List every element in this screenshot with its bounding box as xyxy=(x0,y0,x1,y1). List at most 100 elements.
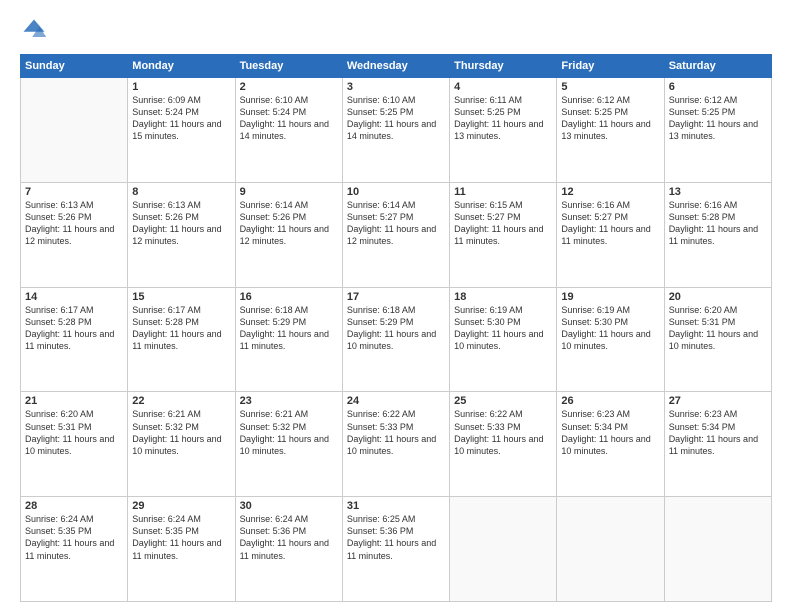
day-info: Sunrise: 6:16 AMSunset: 5:27 PMDaylight:… xyxy=(561,199,659,248)
day-cell: 21Sunrise: 6:20 AMSunset: 5:31 PMDayligh… xyxy=(21,392,128,497)
day-info: Sunrise: 6:13 AMSunset: 5:26 PMDaylight:… xyxy=(25,199,123,248)
day-cell: 12Sunrise: 6:16 AMSunset: 5:27 PMDayligh… xyxy=(557,182,664,287)
day-info: Sunrise: 6:23 AMSunset: 5:34 PMDaylight:… xyxy=(669,408,767,457)
day-number: 28 xyxy=(25,500,123,512)
logo xyxy=(20,16,52,44)
day-info: Sunrise: 6:14 AMSunset: 5:27 PMDaylight:… xyxy=(347,199,445,248)
day-info: Sunrise: 6:18 AMSunset: 5:29 PMDaylight:… xyxy=(347,304,445,353)
column-header-friday: Friday xyxy=(557,55,664,78)
day-cell: 23Sunrise: 6:21 AMSunset: 5:32 PMDayligh… xyxy=(235,392,342,497)
column-header-monday: Monday xyxy=(128,55,235,78)
day-cell: 25Sunrise: 6:22 AMSunset: 5:33 PMDayligh… xyxy=(450,392,557,497)
day-cell: 19Sunrise: 6:19 AMSunset: 5:30 PMDayligh… xyxy=(557,287,664,392)
day-number: 20 xyxy=(669,291,767,303)
day-info: Sunrise: 6:16 AMSunset: 5:28 PMDaylight:… xyxy=(669,199,767,248)
day-cell: 8Sunrise: 6:13 AMSunset: 5:26 PMDaylight… xyxy=(128,182,235,287)
day-info: Sunrise: 6:25 AMSunset: 5:36 PMDaylight:… xyxy=(347,513,445,562)
day-cell: 20Sunrise: 6:20 AMSunset: 5:31 PMDayligh… xyxy=(664,287,771,392)
day-cell: 26Sunrise: 6:23 AMSunset: 5:34 PMDayligh… xyxy=(557,392,664,497)
day-cell xyxy=(21,78,128,183)
day-cell: 24Sunrise: 6:22 AMSunset: 5:33 PMDayligh… xyxy=(342,392,449,497)
day-number: 30 xyxy=(240,500,338,512)
week-row-2: 7Sunrise: 6:13 AMSunset: 5:26 PMDaylight… xyxy=(21,182,772,287)
day-cell: 6Sunrise: 6:12 AMSunset: 5:25 PMDaylight… xyxy=(664,78,771,183)
day-cell: 10Sunrise: 6:14 AMSunset: 5:27 PMDayligh… xyxy=(342,182,449,287)
day-info: Sunrise: 6:21 AMSunset: 5:32 PMDaylight:… xyxy=(132,408,230,457)
day-cell xyxy=(450,497,557,602)
page: SundayMondayTuesdayWednesdayThursdayFrid… xyxy=(0,0,792,612)
day-number: 12 xyxy=(561,186,659,198)
day-info: Sunrise: 6:20 AMSunset: 5:31 PMDaylight:… xyxy=(25,408,123,457)
day-number: 26 xyxy=(561,395,659,407)
day-info: Sunrise: 6:20 AMSunset: 5:31 PMDaylight:… xyxy=(669,304,767,353)
day-number: 21 xyxy=(25,395,123,407)
header xyxy=(20,16,772,44)
day-number: 6 xyxy=(669,81,767,93)
day-cell: 5Sunrise: 6:12 AMSunset: 5:25 PMDaylight… xyxy=(557,78,664,183)
column-header-sunday: Sunday xyxy=(21,55,128,78)
day-info: Sunrise: 6:13 AMSunset: 5:26 PMDaylight:… xyxy=(132,199,230,248)
day-number: 11 xyxy=(454,186,552,198)
day-info: Sunrise: 6:10 AMSunset: 5:24 PMDaylight:… xyxy=(240,94,338,143)
day-number: 7 xyxy=(25,186,123,198)
logo-icon xyxy=(20,16,48,44)
day-cell xyxy=(557,497,664,602)
calendar-table: SundayMondayTuesdayWednesdayThursdayFrid… xyxy=(20,54,772,602)
day-info: Sunrise: 6:24 AMSunset: 5:36 PMDaylight:… xyxy=(240,513,338,562)
day-number: 18 xyxy=(454,291,552,303)
day-number: 29 xyxy=(132,500,230,512)
day-cell: 13Sunrise: 6:16 AMSunset: 5:28 PMDayligh… xyxy=(664,182,771,287)
day-cell xyxy=(664,497,771,602)
day-info: Sunrise: 6:19 AMSunset: 5:30 PMDaylight:… xyxy=(454,304,552,353)
day-cell: 9Sunrise: 6:14 AMSunset: 5:26 PMDaylight… xyxy=(235,182,342,287)
day-cell: 4Sunrise: 6:11 AMSunset: 5:25 PMDaylight… xyxy=(450,78,557,183)
day-cell: 16Sunrise: 6:18 AMSunset: 5:29 PMDayligh… xyxy=(235,287,342,392)
day-info: Sunrise: 6:22 AMSunset: 5:33 PMDaylight:… xyxy=(454,408,552,457)
day-number: 4 xyxy=(454,81,552,93)
day-number: 13 xyxy=(669,186,767,198)
day-cell: 7Sunrise: 6:13 AMSunset: 5:26 PMDaylight… xyxy=(21,182,128,287)
day-cell: 29Sunrise: 6:24 AMSunset: 5:35 PMDayligh… xyxy=(128,497,235,602)
day-info: Sunrise: 6:24 AMSunset: 5:35 PMDaylight:… xyxy=(132,513,230,562)
column-header-saturday: Saturday xyxy=(664,55,771,78)
day-cell: 11Sunrise: 6:15 AMSunset: 5:27 PMDayligh… xyxy=(450,182,557,287)
column-header-thursday: Thursday xyxy=(450,55,557,78)
day-number: 23 xyxy=(240,395,338,407)
day-info: Sunrise: 6:23 AMSunset: 5:34 PMDaylight:… xyxy=(561,408,659,457)
day-info: Sunrise: 6:14 AMSunset: 5:26 PMDaylight:… xyxy=(240,199,338,248)
column-header-wednesday: Wednesday xyxy=(342,55,449,78)
day-cell: 18Sunrise: 6:19 AMSunset: 5:30 PMDayligh… xyxy=(450,287,557,392)
day-number: 31 xyxy=(347,500,445,512)
day-cell: 22Sunrise: 6:21 AMSunset: 5:32 PMDayligh… xyxy=(128,392,235,497)
day-number: 25 xyxy=(454,395,552,407)
day-cell: 30Sunrise: 6:24 AMSunset: 5:36 PMDayligh… xyxy=(235,497,342,602)
day-info: Sunrise: 6:11 AMSunset: 5:25 PMDaylight:… xyxy=(454,94,552,143)
column-header-tuesday: Tuesday xyxy=(235,55,342,78)
day-cell: 2Sunrise: 6:10 AMSunset: 5:24 PMDaylight… xyxy=(235,78,342,183)
day-cell: 15Sunrise: 6:17 AMSunset: 5:28 PMDayligh… xyxy=(128,287,235,392)
day-number: 27 xyxy=(669,395,767,407)
day-info: Sunrise: 6:22 AMSunset: 5:33 PMDaylight:… xyxy=(347,408,445,457)
day-info: Sunrise: 6:17 AMSunset: 5:28 PMDaylight:… xyxy=(25,304,123,353)
day-number: 1 xyxy=(132,81,230,93)
day-number: 14 xyxy=(25,291,123,303)
week-row-3: 14Sunrise: 6:17 AMSunset: 5:28 PMDayligh… xyxy=(21,287,772,392)
day-cell: 3Sunrise: 6:10 AMSunset: 5:25 PMDaylight… xyxy=(342,78,449,183)
day-info: Sunrise: 6:18 AMSunset: 5:29 PMDaylight:… xyxy=(240,304,338,353)
day-info: Sunrise: 6:21 AMSunset: 5:32 PMDaylight:… xyxy=(240,408,338,457)
day-info: Sunrise: 6:12 AMSunset: 5:25 PMDaylight:… xyxy=(669,94,767,143)
day-cell: 28Sunrise: 6:24 AMSunset: 5:35 PMDayligh… xyxy=(21,497,128,602)
day-number: 9 xyxy=(240,186,338,198)
day-cell: 27Sunrise: 6:23 AMSunset: 5:34 PMDayligh… xyxy=(664,392,771,497)
day-info: Sunrise: 6:24 AMSunset: 5:35 PMDaylight:… xyxy=(25,513,123,562)
day-number: 15 xyxy=(132,291,230,303)
day-info: Sunrise: 6:12 AMSunset: 5:25 PMDaylight:… xyxy=(561,94,659,143)
week-row-4: 21Sunrise: 6:20 AMSunset: 5:31 PMDayligh… xyxy=(21,392,772,497)
day-number: 2 xyxy=(240,81,338,93)
day-cell: 31Sunrise: 6:25 AMSunset: 5:36 PMDayligh… xyxy=(342,497,449,602)
day-number: 17 xyxy=(347,291,445,303)
day-number: 24 xyxy=(347,395,445,407)
day-cell: 17Sunrise: 6:18 AMSunset: 5:29 PMDayligh… xyxy=(342,287,449,392)
day-info: Sunrise: 6:10 AMSunset: 5:25 PMDaylight:… xyxy=(347,94,445,143)
day-number: 10 xyxy=(347,186,445,198)
